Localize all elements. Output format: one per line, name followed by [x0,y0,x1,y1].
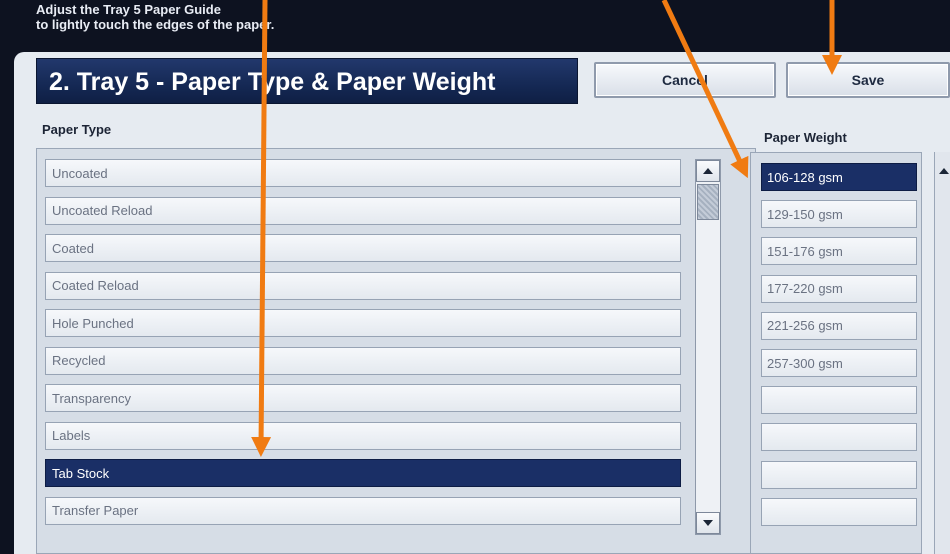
cancel-button[interactable]: Cancel [594,62,776,98]
paper-type-scrollbar[interactable] [695,159,721,535]
paper-type-item[interactable]: Tab Stock [45,459,681,487]
paper-type-item[interactable]: Transfer Paper [45,496,681,525]
scroll-thumb[interactable] [697,184,719,220]
paper-weight-item[interactable]: 221-256 gsm [761,311,917,340]
paper-weight-scrollbar[interactable] [934,152,950,554]
paper-weight-item-empty [761,460,917,489]
paper-weight-header: Paper Weight [764,130,847,145]
paper-weight-item[interactable]: 151-176 gsm [761,237,917,266]
triangle-down-icon [703,520,713,526]
paper-type-item[interactable]: Coated [45,234,681,262]
instruction-line-1: Adjust the Tray 5 Paper Guide [36,2,221,17]
paper-weight-item[interactable]: 129-150 gsm [761,200,917,229]
triangle-up-icon [703,168,713,174]
paper-weight-item[interactable]: 177-220 gsm [761,274,917,303]
triangle-up-icon [939,168,949,174]
paper-weight-item[interactable]: 257-300 gsm [761,349,917,377]
paper-type-list: Uncoated Uncoated Reload Coated Coated Relo… [36,148,756,554]
scroll-down-button[interactable] [696,512,720,534]
paper-type-item[interactable]: Uncoated Reload [45,196,681,225]
scroll-up-button[interactable] [696,160,720,182]
instruction-text: Adjust the Tray 5 Paper Guide to lightly… [36,2,636,32]
title-bar: 2. Tray 5 - Paper Type & Paper Weight [36,58,578,104]
paper-weight-item-empty [761,423,917,452]
paper-type-item[interactable]: Hole Punched [45,309,681,337]
paper-type-item[interactable]: Coated Reload [45,271,681,300]
paper-type-header: Paper Type [42,122,112,137]
paper-type-item[interactable]: Labels [45,421,681,450]
instruction-line-2: to lightly touch the edges of the paper. [36,17,275,32]
save-button[interactable]: Save [786,62,950,98]
dialog-panel: 2. Tray 5 - Paper Type & Paper Weight Ca… [14,52,950,554]
paper-type-item[interactable]: Transparency [45,384,681,412]
paper-type-item[interactable]: Uncoated [45,159,681,187]
page-title: 2. Tray 5 - Paper Type & Paper Weight [49,68,496,96]
paper-type-item[interactable]: Recycled [45,346,681,375]
paper-weight-item[interactable]: 106-128 gsm [761,163,917,191]
paper-weight-item-empty [761,497,917,526]
paper-weight-item-empty [761,386,917,415]
paper-weight-list: 106-128 gsm 129-150 gsm 151-176 gsm 177-220… [750,152,922,554]
